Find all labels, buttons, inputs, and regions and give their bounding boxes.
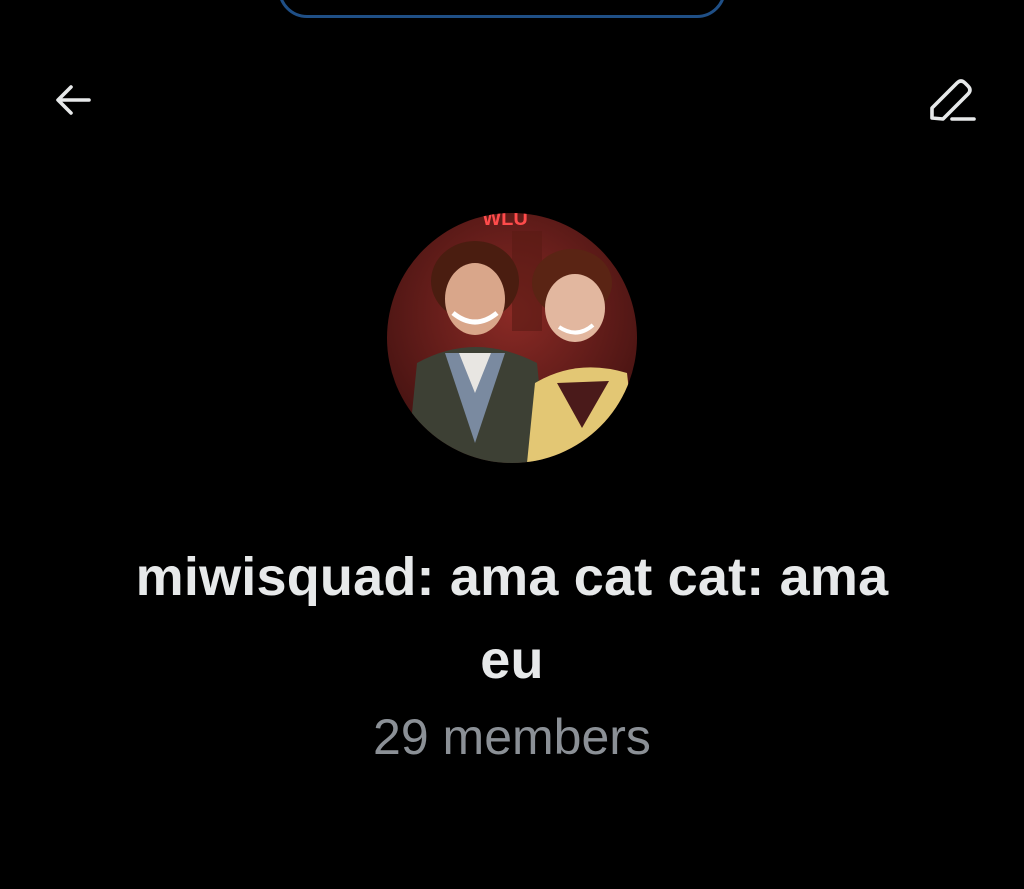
member-count[interactable]: 29 members bbox=[212, 705, 812, 769]
back-button[interactable] bbox=[44, 72, 104, 132]
group-name: miwisquad: ama cat cat: ama eu bbox=[135, 547, 889, 690]
arrow-left-icon bbox=[49, 75, 99, 130]
neon-sign-text: WLU bbox=[482, 213, 528, 230]
pencil-edit-icon bbox=[922, 72, 978, 133]
top-search-pill[interactable] bbox=[278, 0, 726, 18]
edit-group-button[interactable] bbox=[920, 72, 980, 132]
group-avatar[interactable]: WLU bbox=[387, 213, 637, 463]
